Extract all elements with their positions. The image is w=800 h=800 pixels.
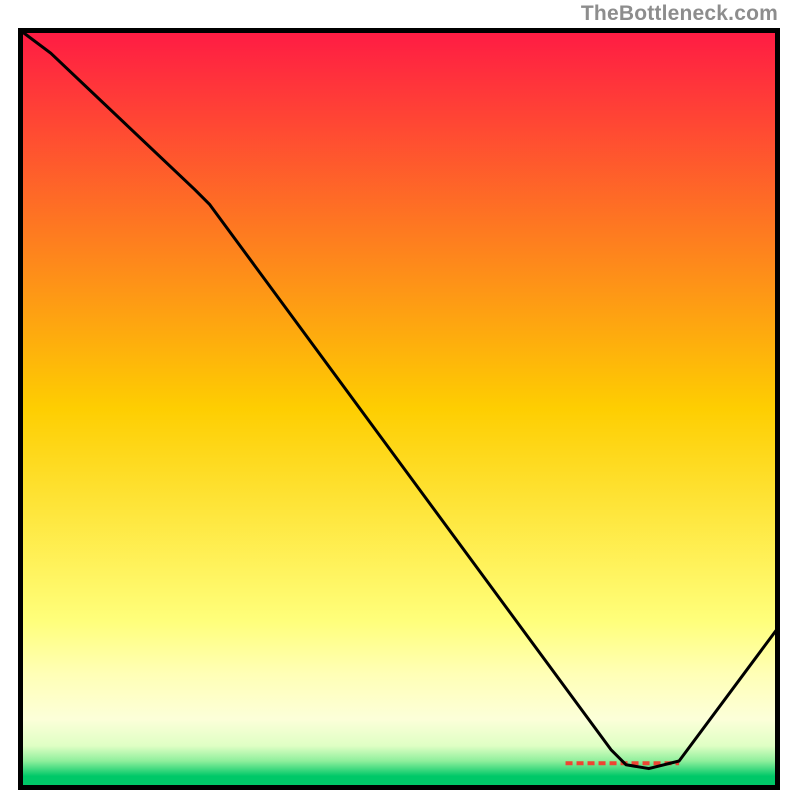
bottleneck-chart bbox=[18, 28, 780, 790]
chart-background bbox=[21, 31, 778, 788]
attribution-label: TheBottleneck.com bbox=[581, 2, 778, 26]
